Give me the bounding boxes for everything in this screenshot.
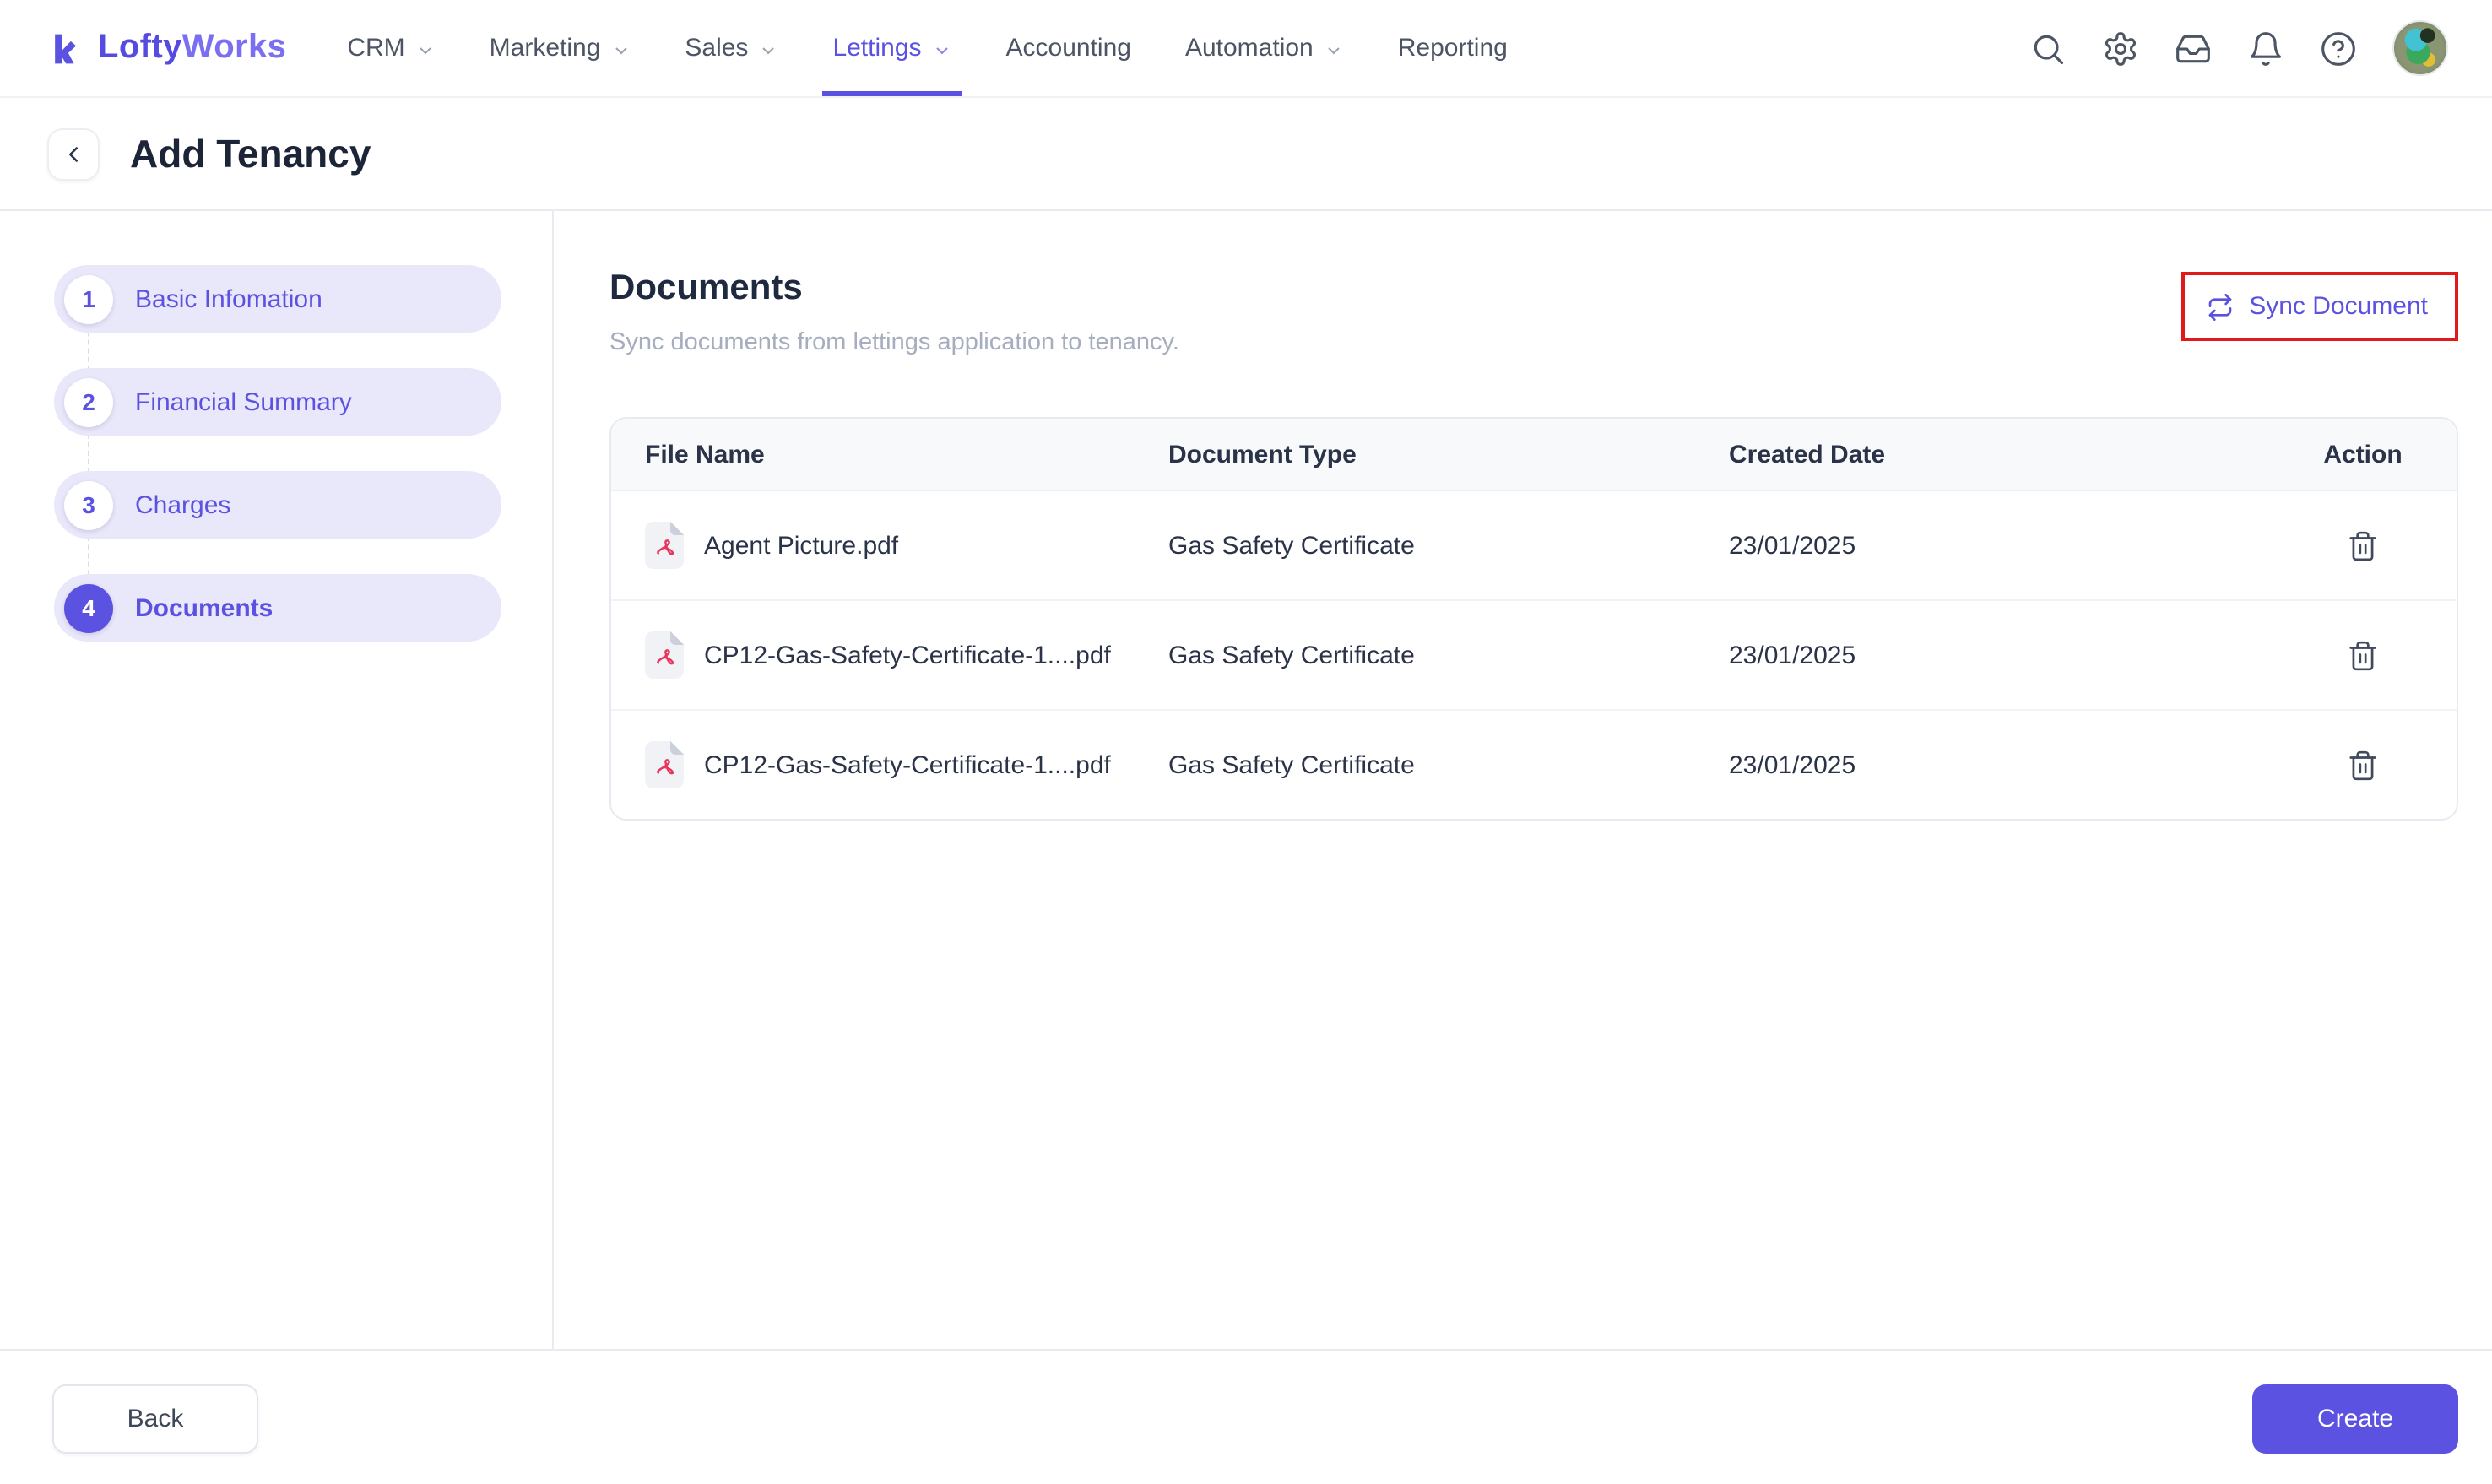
- nav-item-accounting[interactable]: Accounting: [979, 0, 1158, 96]
- created-date-cell: 23/01/2025: [1729, 750, 1856, 779]
- app-window: LoftyWorks CRM Marketing Sales Lettings …: [0, 0, 2492, 1484]
- chevron-down-icon: [615, 46, 627, 54]
- page-header: Add Tenancy: [0, 98, 2492, 211]
- chevron-left-icon: [69, 146, 78, 161]
- chevron-down-icon: [935, 46, 948, 54]
- step-documents[interactable]: 4 Documents: [54, 574, 501, 642]
- help-icon[interactable]: [2320, 30, 2357, 67]
- action-cell: [2269, 529, 2457, 561]
- step-number-badge: 1: [64, 274, 113, 323]
- file-name-cell: Agent Picture.pdf: [611, 522, 1168, 569]
- step-label: Basic Infomation: [135, 284, 322, 313]
- nav-item-label: Lettings: [832, 34, 922, 62]
- documents-panel: Documents Sync documents from lettings a…: [554, 211, 2492, 1349]
- create-button[interactable]: Create: [2252, 1384, 2458, 1454]
- back-chevron-button[interactable]: [47, 127, 100, 180]
- nav-item-marketing[interactable]: Marketing: [463, 0, 658, 96]
- nav-item-label: CRM: [347, 34, 405, 62]
- user-avatar[interactable]: [2392, 20, 2448, 76]
- created-date-cell: 23/01/2025: [1729, 531, 1856, 560]
- column-header-file-name: File Name: [645, 440, 765, 468]
- chevron-down-icon: [419, 46, 431, 54]
- table-row: Agent Picture.pdf Gas Safety Certificate…: [611, 491, 2457, 601]
- chevron-down-icon: [762, 46, 775, 54]
- nav-item-label: Marketing: [489, 34, 601, 62]
- nav-item-reporting[interactable]: Reporting: [1371, 0, 1535, 96]
- main-menu: CRM Marketing Sales Lettings Accounting …: [320, 0, 1535, 96]
- document-type-cell: Gas Safety Certificate: [1168, 641, 1415, 669]
- created-date-cell: 23/01/2025: [1729, 641, 1856, 669]
- file-name-cell: CP12-Gas-Safety-Certificate-1....pdf: [611, 741, 1168, 788]
- action-cell: [2269, 639, 2457, 671]
- delete-trash-icon[interactable]: [2347, 529, 2379, 561]
- delete-trash-icon[interactable]: [2347, 639, 2379, 671]
- main-area: 1 Basic Infomation 2 Financial Summary 3…: [0, 211, 2492, 1349]
- column-header-document-type: Document Type: [1168, 440, 1357, 468]
- loftyworks-logo[interactable]: LoftyWorks: [47, 0, 286, 96]
- table-row: CP12-Gas-Safety-Certificate-1....pdf Gas…: [611, 711, 2457, 819]
- nav-item-automation[interactable]: Automation: [1158, 0, 1371, 96]
- file-name-text: Agent Picture.pdf: [704, 531, 899, 560]
- action-cell: [2269, 749, 2457, 781]
- nav-item-label: Reporting: [1397, 34, 1508, 62]
- sync-icon: [2208, 293, 2232, 320]
- step-number-badge: 3: [64, 480, 113, 529]
- document-type-cell: Gas Safety Certificate: [1168, 531, 1415, 560]
- nav-item-label: Automation: [1184, 34, 1314, 62]
- step-basic-information[interactable]: 1 Basic Infomation: [54, 265, 501, 333]
- documents-heading-block: Documents Sync documents from lettings a…: [609, 268, 1179, 356]
- document-type-cell: Gas Safety Certificate: [1168, 750, 1415, 779]
- bell-icon[interactable]: [2247, 30, 2284, 67]
- nav-item-crm[interactable]: CRM: [320, 0, 462, 96]
- section-title: Documents: [609, 268, 803, 307]
- gear-icon[interactable]: [2102, 30, 2139, 67]
- pdf-file-icon: [645, 741, 684, 788]
- step-number-badge: 4: [64, 583, 113, 632]
- step-label: Documents: [135, 593, 274, 622]
- step-financial-summary[interactable]: 2 Financial Summary: [54, 368, 501, 436]
- file-name-text: CP12-Gas-Safety-Certificate-1....pdf: [704, 641, 1111, 669]
- section-subtitle: Sync documents from lettings application…: [609, 329, 1179, 356]
- sync-document-button[interactable]: Sync Document: [2181, 272, 2458, 341]
- step-label: Financial Summary: [135, 387, 352, 416]
- column-header-action: Action: [2323, 440, 2403, 468]
- loftyworks-logo-text: LoftyWorks: [98, 29, 287, 66]
- nav-item-lettings[interactable]: Lettings: [805, 0, 978, 96]
- file-name-text: CP12-Gas-Safety-Certificate-1....pdf: [704, 750, 1111, 779]
- back-button[interactable]: Back: [52, 1384, 258, 1454]
- table-row: CP12-Gas-Safety-Certificate-1....pdf Gas…: [611, 601, 2457, 711]
- nav-item-sales[interactable]: Sales: [658, 0, 805, 96]
- inbox-icon[interactable]: [2175, 30, 2212, 67]
- top-navigation-bar: LoftyWorks CRM Marketing Sales Lettings …: [0, 0, 2492, 98]
- nav-item-label: Accounting: [1005, 34, 1131, 62]
- nav-utilities: [2029, 0, 2448, 96]
- wizard-footer: Back Create: [0, 1349, 2492, 1484]
- chevron-down-icon: [1328, 46, 1340, 54]
- step-label: Charges: [135, 490, 231, 519]
- step-number-badge: 2: [64, 377, 113, 426]
- sync-document-label: Sync Document: [2249, 292, 2428, 321]
- page-title: Add Tenancy: [130, 131, 371, 175]
- column-header-created-date: Created Date: [1729, 440, 1886, 468]
- loftyworks-logo-icon: [55, 33, 77, 63]
- pdf-file-icon: [645, 522, 684, 569]
- documents-section-header: Documents Sync documents from lettings a…: [609, 268, 2458, 356]
- documents-table: File Name Document Type Created Date Act…: [609, 417, 2458, 821]
- delete-trash-icon[interactable]: [2347, 749, 2379, 781]
- table-header-row: File Name Document Type Created Date Act…: [611, 419, 2457, 491]
- stepper-connector-line: [88, 306, 89, 609]
- search-icon[interactable]: [2029, 30, 2067, 67]
- file-name-cell: CP12-Gas-Safety-Certificate-1....pdf: [611, 631, 1168, 679]
- pdf-file-icon: [645, 631, 684, 679]
- step-charges[interactable]: 3 Charges: [54, 471, 501, 539]
- stepper-sidebar: 1 Basic Infomation 2 Financial Summary 3…: [0, 211, 554, 1349]
- nav-item-label: Sales: [685, 34, 749, 62]
